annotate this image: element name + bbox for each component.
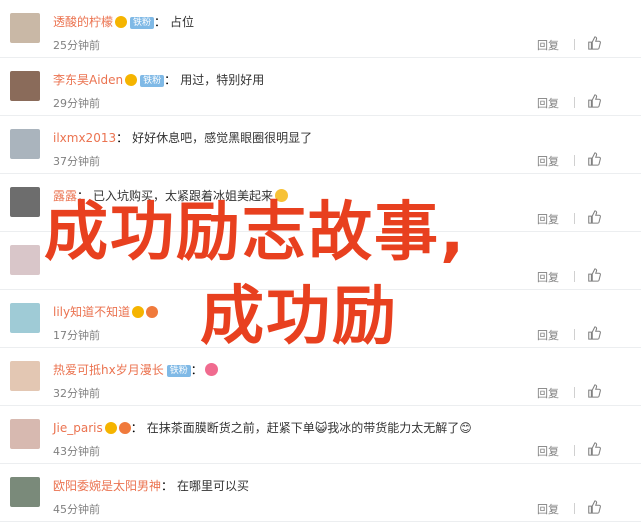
comment-item: 李东昊Aiden 铁粉：用过，特别好用 29分钟前 回复: [0, 58, 641, 116]
comment-line: ilxmx2013： 好好休息吧，感觉黑眼圈很明显了: [53, 130, 312, 146]
comment-item: Jie_paris ：在抹茶面膜断货之前，赶紧下单😺我冰的带货能力太无解了😊 43…: [0, 406, 641, 464]
vip-icon: [104, 422, 117, 434]
username-link[interactable]: 欧阳委婉是太阳男神: [53, 479, 161, 493]
thumbs-up-icon[interactable]: [587, 500, 601, 514]
avatar[interactable]: [10, 187, 40, 217]
comment-time: 17分钟前: [53, 329, 100, 342]
overlay-headline-secondary: 成功励: [200, 280, 398, 354]
reply-button[interactable]: 回复: [537, 153, 559, 169]
thumbs-up-icon[interactable]: [587, 442, 601, 456]
comment-time: 32分钟前: [53, 387, 100, 400]
comment-time: 29分钟前: [53, 97, 100, 110]
divider: [574, 97, 575, 108]
reply-button[interactable]: 回复: [537, 385, 559, 401]
divider: [574, 271, 575, 282]
comment-line: lily知道不知道: [53, 304, 162, 320]
heart-emoji-icon: [204, 363, 218, 376]
username-link[interactable]: Jie_paris: [53, 421, 103, 435]
colon: ：: [190, 363, 203, 377]
divider: [574, 155, 575, 166]
vip-icon: [132, 306, 145, 318]
comment-text: 用过，特别好用: [180, 73, 265, 87]
colon: ：: [116, 131, 129, 145]
comment-time: 25分钟前: [53, 39, 100, 52]
thumbs-up-icon[interactable]: [587, 210, 601, 224]
reply-button[interactable]: 回复: [537, 37, 559, 53]
fan-badge: 铁粉: [130, 17, 155, 29]
fan-badge: 铁粉: [140, 75, 165, 87]
comment-line: 李东昊Aiden 铁粉：用过，特别好用: [53, 72, 264, 88]
thumbs-up-icon[interactable]: [587, 326, 601, 340]
colon: ：: [130, 421, 143, 435]
fan-badge: 铁粉: [166, 365, 191, 377]
thumbs-up-icon[interactable]: [587, 152, 601, 166]
avatar[interactable]: [10, 245, 40, 275]
reply-button[interactable]: 回复: [537, 269, 559, 285]
avatar[interactable]: [10, 361, 40, 391]
username-link[interactable]: 透酸的柠檬: [53, 15, 113, 29]
username-link[interactable]: 李东昊Aiden: [53, 73, 123, 87]
comment-item: 透酸的柠檬 铁粉：占位 25分钟前 回复: [0, 0, 641, 58]
avatar[interactable]: [10, 477, 40, 507]
divider: [574, 213, 575, 224]
comment-line: 透酸的柠檬 铁粉：占位: [53, 14, 194, 30]
reply-button[interactable]: 回复: [537, 501, 559, 517]
divider: [574, 387, 575, 398]
comment-line: 热爱可抵hx岁月漫长 铁粉：: [53, 362, 222, 378]
comment-text: 好好休息吧，感觉黑眼圈很明显了: [132, 131, 313, 145]
crown-icon: [118, 422, 131, 434]
username-link[interactable]: lily知道不知道: [53, 305, 130, 319]
thumbs-up-icon[interactable]: [587, 268, 601, 282]
colon: ：: [154, 15, 167, 29]
username-link[interactable]: ilxmx2013: [53, 131, 116, 145]
divider: [574, 445, 575, 456]
comment-item: 欧阳委婉是太阳男神： 在哪里可以买 45分钟前 回复: [0, 464, 641, 522]
thumbs-up-icon[interactable]: [587, 94, 601, 108]
divider: [574, 39, 575, 50]
avatar[interactable]: [10, 419, 40, 449]
comment-item: ilxmx2013： 好好休息吧，感觉黑眼圈很明显了 37分钟前 回复: [0, 116, 641, 174]
comment-time: 37分钟前: [53, 155, 100, 168]
comment-time: 43分钟前: [53, 445, 100, 458]
reply-button[interactable]: 回复: [537, 95, 559, 111]
reply-button[interactable]: 回复: [537, 443, 559, 459]
comment-line: 欧阳委婉是太阳男神： 在哪里可以买: [53, 478, 249, 494]
vip-icon: [115, 16, 128, 28]
reply-button[interactable]: 回复: [537, 327, 559, 343]
comment-time: 45分钟前: [53, 503, 100, 516]
username-link[interactable]: 热爱可抵hx岁月漫长: [53, 363, 164, 377]
overlay-headline: 成功励志故事,: [44, 196, 467, 270]
colon: ：: [164, 73, 177, 87]
thumbs-up-icon[interactable]: [587, 384, 601, 398]
comment-text: 占位: [170, 15, 195, 29]
divider: [574, 329, 575, 340]
colon: ：: [161, 479, 174, 493]
reply-button[interactable]: 回复: [537, 211, 559, 227]
avatar[interactable]: [10, 71, 40, 101]
comment-line: Jie_paris ：在抹茶面膜断货之前，赶紧下单😺我冰的带货能力太无解了😊: [53, 420, 472, 436]
avatar[interactable]: [10, 13, 40, 43]
comment-text: 在哪里可以买: [177, 479, 250, 493]
avatar[interactable]: [10, 303, 40, 333]
avatar[interactable]: [10, 129, 40, 159]
crown-icon: [146, 306, 159, 318]
divider: [574, 503, 575, 514]
vip-icon: [125, 74, 138, 86]
thumbs-up-icon[interactable]: [587, 36, 601, 50]
comment-text: 在抹茶面膜断货之前，赶紧下单😺我冰的带货能力太无解了😊: [146, 421, 472, 435]
